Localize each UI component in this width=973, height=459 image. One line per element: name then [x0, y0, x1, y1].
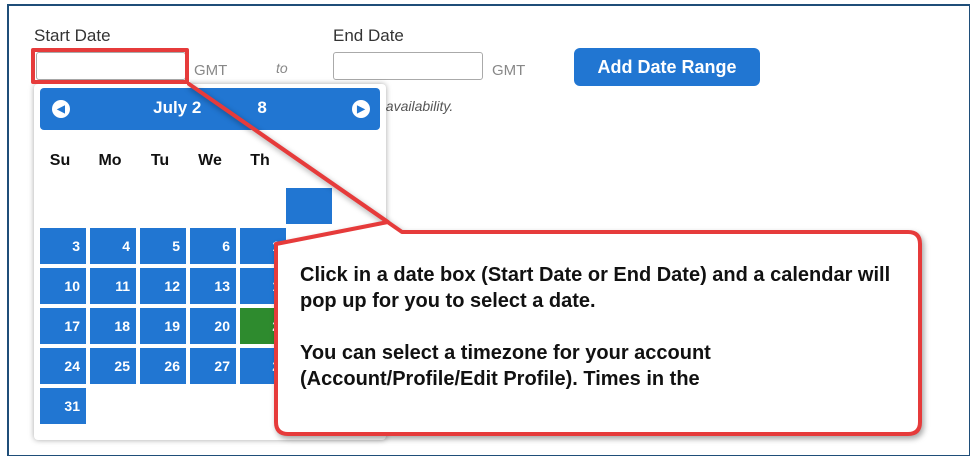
callout-paragraph-1: Click in a date box (Start Date or End D… [300, 264, 891, 312]
callout-paragraph-2: You can select a timezone for your accou… [300, 342, 711, 390]
callout-text: Click in a date box (Start Date or End D… [300, 262, 900, 418]
